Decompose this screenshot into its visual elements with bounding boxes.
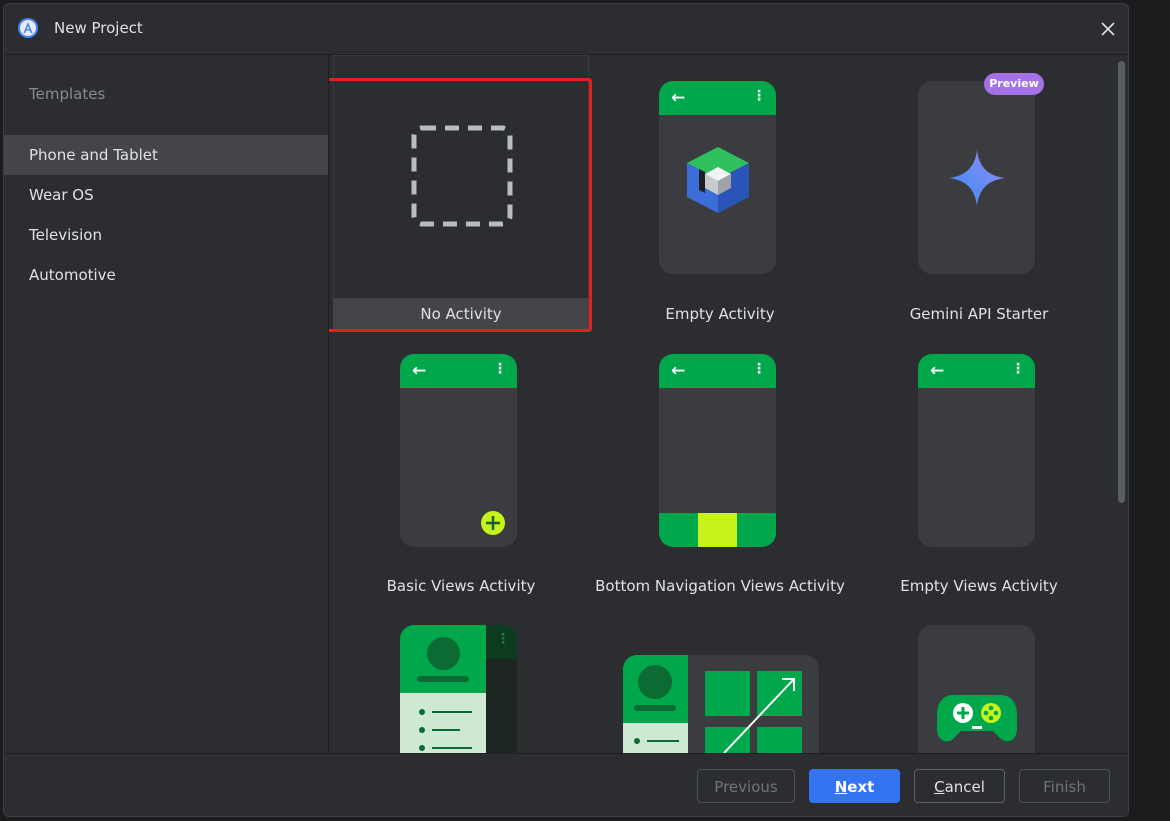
header-line — [634, 705, 676, 711]
list-line — [432, 729, 460, 731]
overflow-menu-icon: ⋮ — [752, 361, 766, 377]
sidebar-header: Templates — [29, 85, 106, 103]
template-card-no-activity[interactable]: No Activity — [329, 55, 592, 332]
selection-highlight — [329, 78, 592, 332]
avatar — [638, 665, 672, 699]
template-card-empty-activity[interactable]: ← ⋮ Empty Activity — [592, 55, 848, 323]
phone-preview: ← ⋮ — [400, 354, 517, 547]
avatar — [427, 637, 460, 670]
templates-sidebar: Templates Phone and Tablet Wear OS Telev… — [4, 55, 329, 753]
back-arrow-icon: ← — [930, 361, 945, 381]
dialog-title: New Project — [54, 19, 143, 37]
back-arrow-icon: ← — [671, 361, 686, 381]
phone-preview: ⋮ — [400, 625, 517, 753]
drawer-header-line — [417, 676, 469, 682]
tablet-preview — [623, 655, 819, 753]
phone-preview — [918, 625, 1035, 753]
phone-preview: ← ⋮ — [659, 81, 776, 274]
next-button[interactable]: Next — [809, 769, 900, 803]
scrollbar-thumb[interactable] — [1118, 61, 1125, 503]
next-label: ext — [847, 778, 875, 796]
dialog-footer: Previous Next Cancel Finish — [4, 753, 1128, 816]
phone-preview: ← ⋮ — [659, 354, 776, 547]
list-line — [432, 711, 472, 713]
gallery-scrollbar[interactable] — [1116, 61, 1126, 503]
list-line — [432, 747, 472, 749]
gemini-sparkle-icon — [948, 149, 1006, 211]
sidebar-item-television[interactable]: Television — [4, 215, 328, 255]
template-label: Gemini API Starter — [909, 305, 1049, 323]
phone-preview — [918, 81, 1035, 274]
template-card-navigation-drawer[interactable]: ⋮ — [333, 599, 589, 753]
overflow-menu-icon: ⋮ — [752, 88, 766, 104]
sidebar-item-automotive[interactable]: Automotive — [4, 255, 328, 295]
cancel-mnemonic: C — [934, 778, 945, 796]
new-project-dialog: New Project Templates Phone and Tablet W… — [3, 3, 1129, 817]
sidebar-item-phone-and-tablet[interactable]: Phone and Tablet — [4, 135, 328, 175]
list-line — [647, 740, 679, 742]
template-gallery: No Activity ← ⋮ Empty Activity Preview G… — [329, 55, 1128, 753]
list-pane — [623, 723, 688, 753]
sidebar-item-wear-os[interactable]: Wear OS — [4, 175, 328, 215]
template-label: Empty Views Activity — [900, 577, 1058, 595]
list-bullet — [634, 738, 640, 744]
list-bullet — [419, 727, 425, 733]
template-label: Basic Views Activity — [386, 577, 536, 595]
template-card-basic-views-activity[interactable]: ← ⋮ Basic Views Activity — [333, 327, 589, 595]
android-studio-icon — [18, 18, 38, 38]
template-label: Empty Activity — [665, 305, 775, 323]
cancel-label: ancel — [944, 778, 985, 796]
overflow-menu-icon: ⋮ — [493, 361, 507, 377]
next-mnemonic: N — [834, 778, 848, 796]
cube-icon — [681, 143, 755, 221]
previous-button[interactable]: Previous — [697, 769, 795, 803]
template-card-responsive-views[interactable] — [592, 599, 848, 753]
finish-button[interactable]: Finish — [1019, 769, 1110, 803]
title-bar: New Project — [4, 4, 1128, 55]
drawer-list — [400, 693, 486, 753]
bottom-navigation-selected-item — [698, 513, 737, 547]
cancel-button[interactable]: Cancel — [914, 769, 1005, 803]
back-arrow-icon: ← — [671, 88, 686, 108]
close-icon[interactable] — [1098, 19, 1118, 39]
preview-badge: Preview — [984, 73, 1044, 95]
template-card-empty-views-activity[interactable]: ← ⋮ Empty Views Activity — [851, 327, 1107, 595]
template-card-game-activity[interactable] — [851, 599, 1107, 753]
back-arrow-icon: ← — [412, 361, 427, 381]
list-bullet — [419, 709, 425, 715]
overflow-menu-icon: ⋮ — [1011, 361, 1025, 377]
template-card-gemini-api-starter[interactable]: Preview Gemini API Starter — [851, 55, 1107, 323]
phone-preview: ← ⋮ — [918, 354, 1035, 547]
overflow-menu-icon: ⋮ — [496, 631, 510, 647]
template-label: Bottom Navigation Views Activity — [595, 577, 845, 595]
game-controller-icon — [935, 689, 1019, 751]
expand-arrow-icon — [718, 675, 798, 753]
template-card-bottom-navigation-views-activity[interactable]: ← ⋮ Bottom Navigation Views Activity — [592, 327, 848, 595]
list-bullet — [419, 745, 425, 751]
fab-add-icon — [480, 510, 506, 540]
